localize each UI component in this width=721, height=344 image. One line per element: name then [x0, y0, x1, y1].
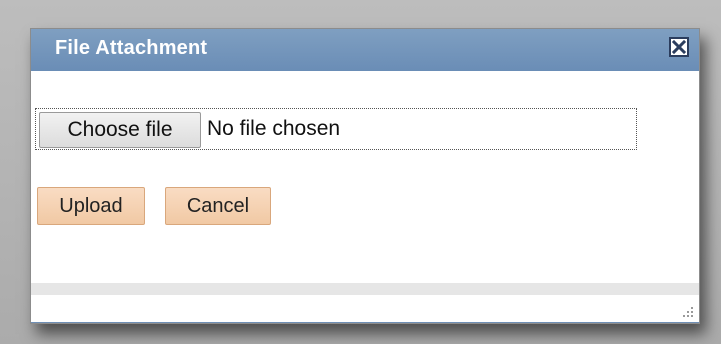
statusbar-area — [31, 295, 699, 323]
resize-grip-icon[interactable] — [681, 305, 695, 319]
file-input[interactable]: Choose file No file chosen — [35, 108, 637, 150]
dialog-statusbar — [31, 283, 699, 323]
file-attachment-dialog: File Attachment Choose file No file chos… — [30, 28, 700, 324]
choose-file-button[interactable]: Choose file — [39, 112, 201, 148]
close-icon — [671, 39, 687, 55]
close-button[interactable] — [669, 37, 689, 57]
file-status-text: No file chosen — [207, 117, 341, 140]
cancel-button[interactable]: Cancel — [165, 187, 271, 225]
dialog-titlebar[interactable]: File Attachment — [31, 29, 699, 71]
upload-button[interactable]: Upload — [37, 187, 145, 225]
dialog-title: File Attachment — [55, 37, 208, 59]
